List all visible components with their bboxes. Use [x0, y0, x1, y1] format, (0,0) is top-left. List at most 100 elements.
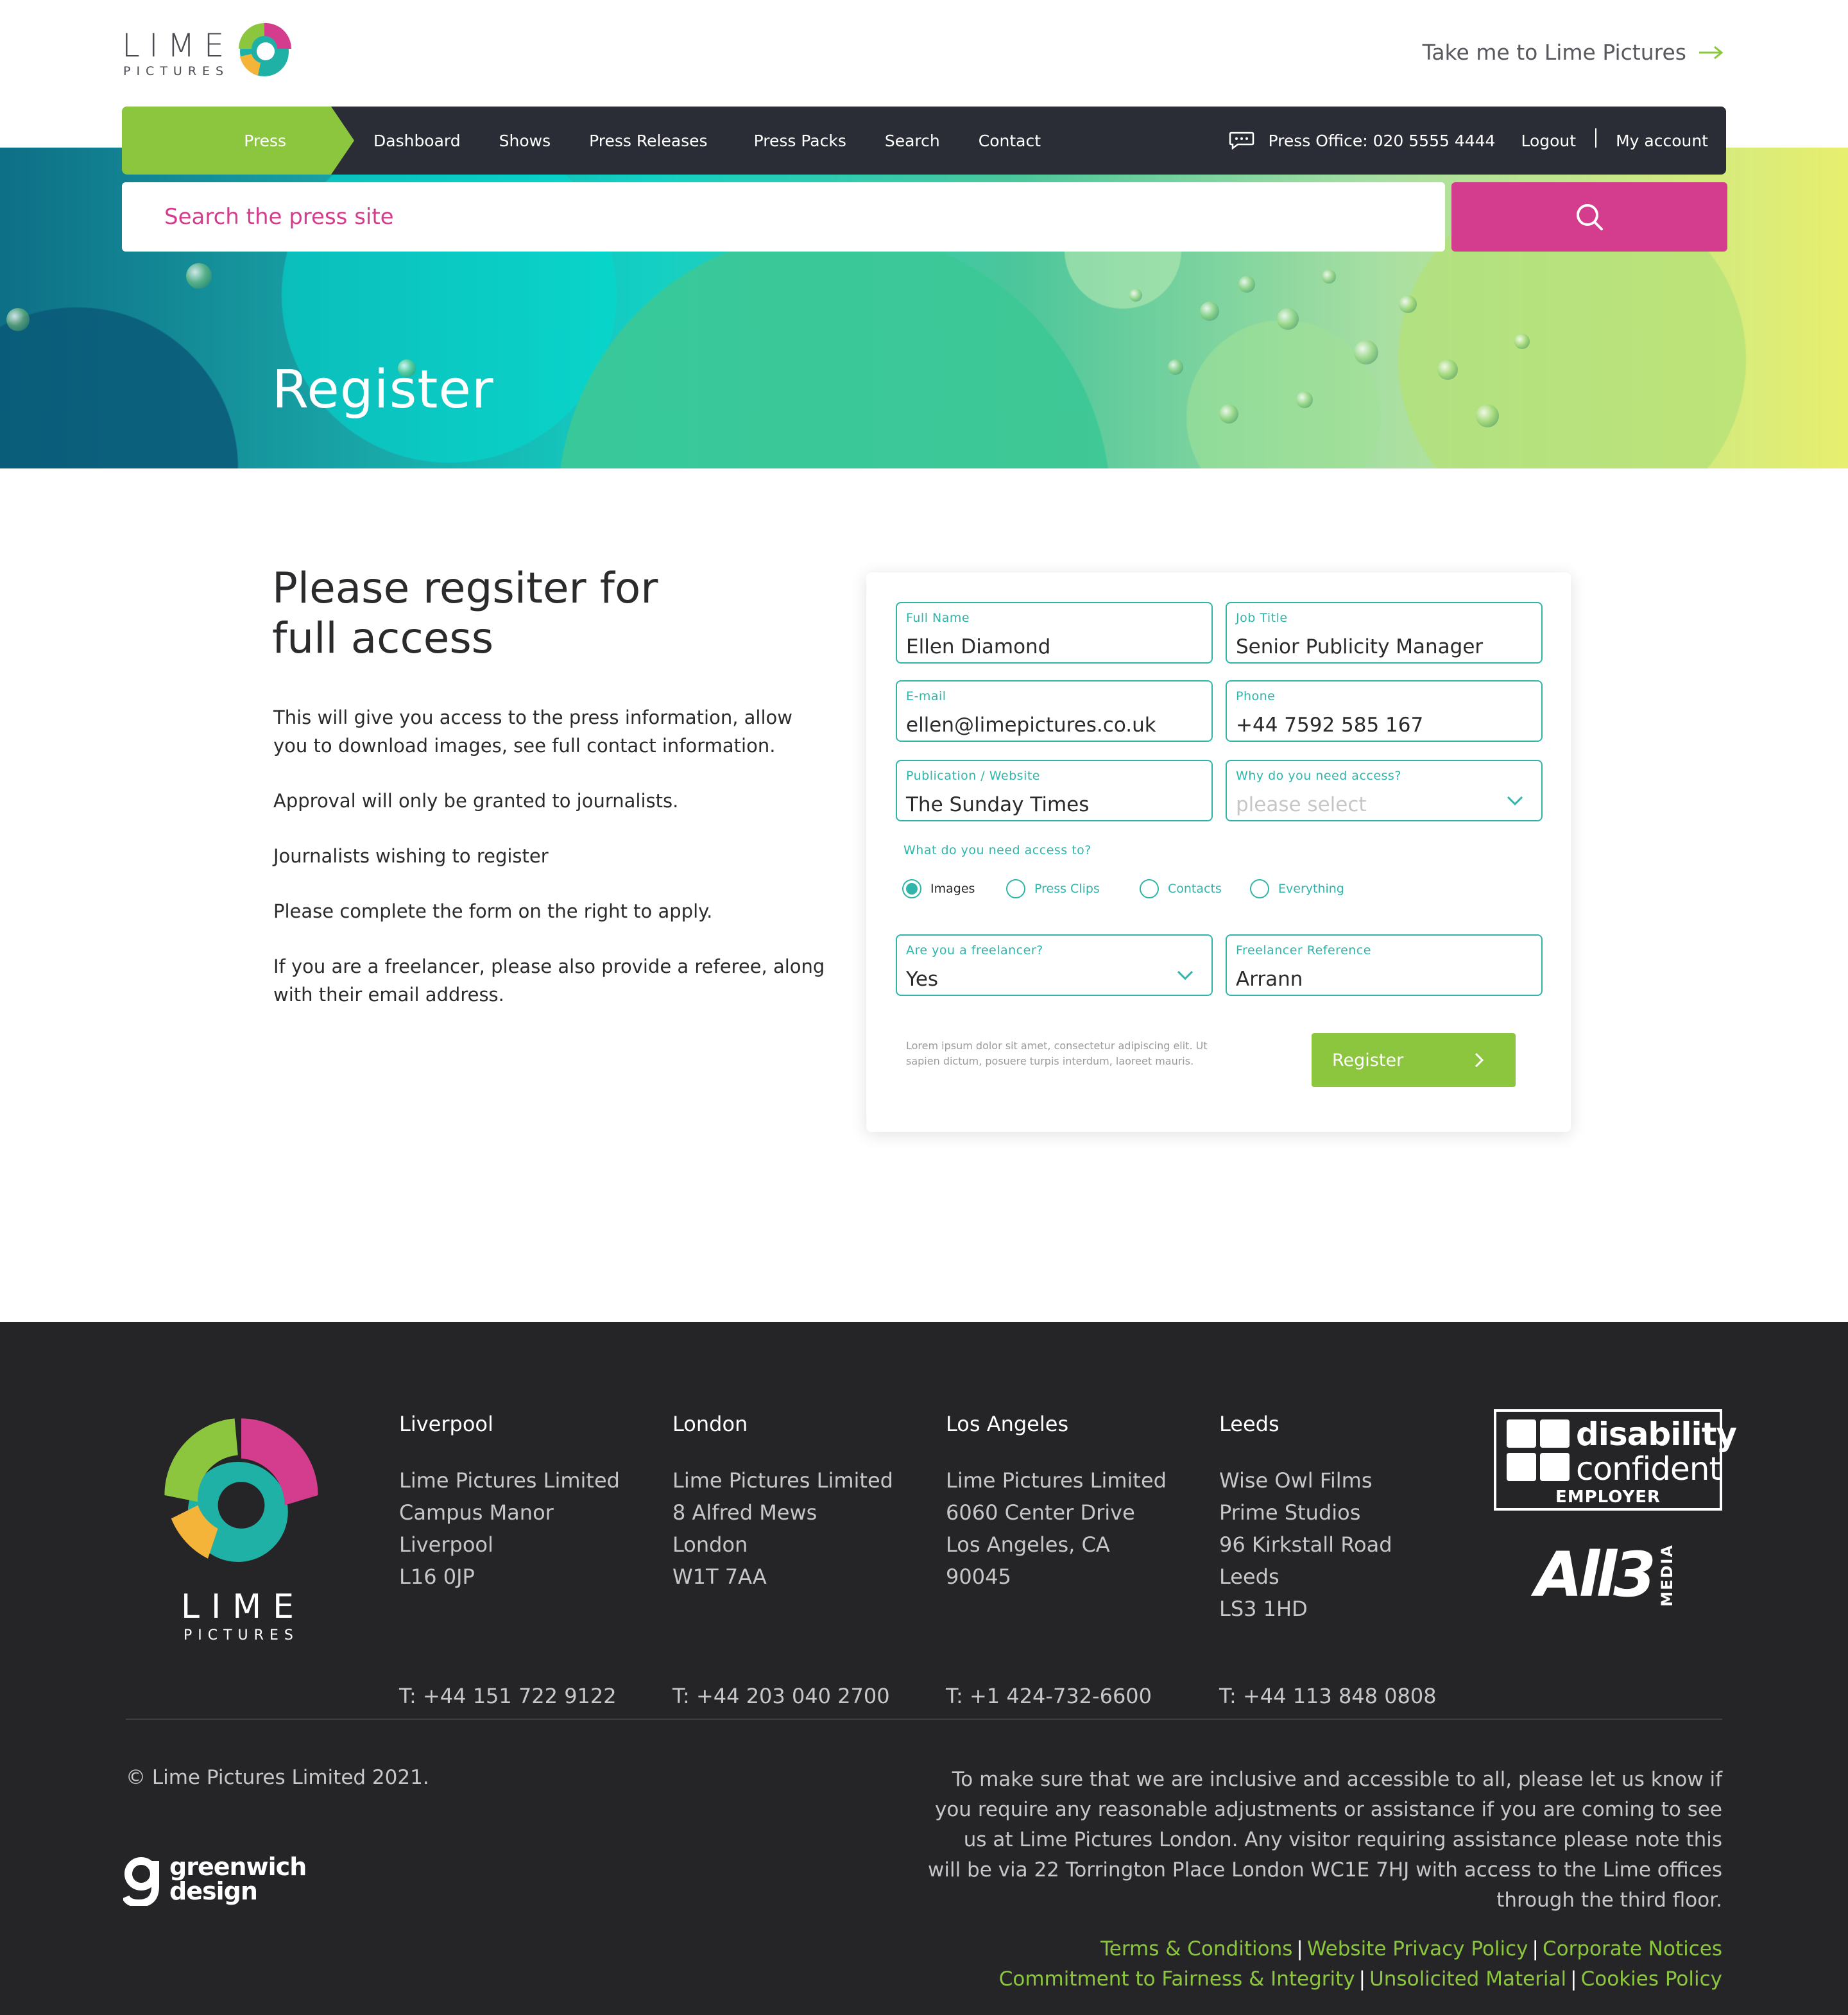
intro-paragraph: Journalists wishing to register [273, 845, 549, 867]
office-city: Los Angeles [946, 1412, 1069, 1436]
radio-checked-icon [902, 879, 921, 898]
radio-contacts[interactable]: Contacts [1140, 879, 1222, 898]
unsolicited-material-link[interactable]: Unsolicited Material [1369, 1968, 1566, 1991]
office-phone[interactable]: T: +44 151 722 9122 [399, 1684, 617, 1708]
address-line: Liverpool [399, 1532, 493, 1557]
lime-pictures-logo[interactable]: LIME PICTURES [122, 17, 302, 81]
copyright: © Lime Pictures Limited 2021. [126, 1766, 429, 1789]
take-me-to-lime-link[interactable]: Take me to Lime Pictures [1423, 40, 1724, 65]
nav-item-press-packs[interactable]: Press Packs [754, 132, 846, 150]
corporate-notices-link[interactable]: Corporate Notices [1543, 1937, 1722, 1960]
person-check-icon [1540, 1453, 1570, 1481]
full-name-field[interactable]: Full Name Ellen Diamond [896, 602, 1213, 664]
register-heading-line1: Please regsiter for [272, 563, 658, 613]
press-office-phone[interactable]: Press Office: 020 5555 4444 [1269, 132, 1496, 150]
radio-unchecked-icon [1140, 879, 1159, 898]
logout-link[interactable]: Logout [1521, 132, 1576, 150]
radio-images[interactable]: Images [902, 879, 975, 898]
office-address: Lime Pictures Limited 6060 Center Drive … [946, 1464, 1202, 1593]
address-line: 8 Alfred Mews [672, 1500, 817, 1525]
register-button-label: Register [1332, 1050, 1404, 1070]
lock-icon [1507, 1453, 1536, 1481]
link-separator: | [1570, 1968, 1577, 1991]
address-line: 96 Kirkstall Road [1219, 1532, 1392, 1557]
take-me-label: Take me to Lime Pictures [1422, 40, 1686, 65]
intro-text: This will give you access to the press i… [273, 703, 825, 1036]
freelancer-reference-field[interactable]: Freelancer Reference Arrann [1226, 934, 1543, 996]
greenwich-line2: design [169, 1877, 258, 1905]
radio-everything[interactable]: Everything [1250, 879, 1344, 898]
address-line: LS3 1HD [1219, 1597, 1308, 1621]
form-legal-text: Lorem ipsum dolor sit amet, consectetur … [906, 1040, 1208, 1067]
address-line: Los Angeles, CA [946, 1532, 1110, 1557]
nav-item-contact[interactable]: Contact [979, 132, 1041, 150]
radio-press-clips[interactable]: Press Clips [1006, 879, 1100, 898]
office-phone[interactable]: T: +44 113 848 0808 [1219, 1684, 1437, 1708]
publication-label: Publication / Website [906, 769, 1040, 783]
office-leeds: Leeds Wise Owl Films Prime Studios 96 Ki… [1219, 1412, 1476, 1708]
greenwich-line1: greenwich [169, 1853, 307, 1881]
all3media-logo[interactable]: All3 [1535, 1539, 1656, 1611]
nav-item-press-releases[interactable]: Press Releases [589, 132, 707, 150]
radio-label: Everything [1278, 882, 1344, 896]
cookies-link[interactable]: Cookies Policy [1581, 1968, 1722, 1991]
email-field[interactable]: E-mail ellen@limepictures.co.uk [896, 680, 1213, 742]
terms-link[interactable]: Terms & Conditions [1100, 1937, 1292, 1960]
nav-press-tab[interactable]: Press [122, 107, 354, 175]
footer: LIME PICTURES Liverpool Lime Pictures Li… [0, 1322, 1848, 2015]
logo-subtitle: PICTURES [123, 64, 230, 78]
radio-unchecked-icon [1006, 879, 1025, 898]
job-title-value: Senior Publicity Manager [1236, 635, 1484, 658]
office-los-angeles: Los Angeles Lime Pictures Limited 6060 C… [946, 1412, 1202, 1708]
nav-divider [1595, 128, 1597, 148]
nav-item-search[interactable]: Search [885, 132, 940, 150]
phone-field[interactable]: Phone +44 7592 585 167 [1226, 680, 1543, 742]
greenwich-design-logo[interactable]: greenwich design [122, 1853, 316, 1908]
address-line: Wise Owl Films [1219, 1468, 1373, 1493]
address-line: L16 0JP [399, 1565, 475, 1589]
freelancer-value: Yes [906, 968, 939, 991]
address-line: 90045 [946, 1565, 1011, 1589]
badge-line3: EMPLOYER [1555, 1488, 1661, 1507]
radio-label: Images [930, 882, 975, 896]
fairness-link[interactable]: Commitment to Fairness & Integrity [999, 1968, 1355, 1991]
footer-divider [126, 1719, 1722, 1720]
publication-field[interactable]: Publication / Website The Sunday Times [896, 760, 1213, 821]
footer-logo-wordmark: LIME [181, 1588, 306, 1626]
check-icon [1540, 1419, 1570, 1448]
freelancer-select[interactable]: Are you a freelancer? Yes [896, 934, 1213, 996]
greenwich-design-text: greenwich design [169, 1853, 307, 1905]
address-line: Prime Studios [1219, 1500, 1361, 1525]
my-account-link[interactable]: My account [1616, 132, 1708, 150]
access-question: What do you need access to? [903, 843, 1091, 857]
address-line: Campus Manor [399, 1500, 554, 1525]
page-title: Register [272, 359, 494, 420]
footer-logo[interactable]: LIME PICTURES [158, 1412, 325, 1643]
all3media-logo-sub: MEDIA [1658, 1544, 1676, 1607]
privacy-link[interactable]: Website Privacy Policy [1307, 1937, 1528, 1960]
logo-wordmark: LIME [122, 27, 234, 64]
link-separator: | [1532, 1937, 1539, 1960]
office-phone[interactable]: T: +1 424-732-6600 [946, 1684, 1152, 1708]
nav-right-group: Press Office: 020 5555 4444 Logout My ac… [1229, 107, 1708, 175]
office-city: London [672, 1412, 748, 1436]
search-input[interactable] [122, 182, 1445, 252]
register-button[interactable]: Register [1312, 1033, 1516, 1087]
chevron-right-icon [1475, 1052, 1484, 1068]
radio-label: Contacts [1168, 882, 1222, 896]
chevron-down-icon [1507, 796, 1523, 806]
search-button[interactable] [1451, 182, 1727, 252]
full-name-label: Full Name [906, 611, 970, 625]
job-title-field[interactable]: Job Title Senior Publicity Manager [1226, 602, 1543, 664]
office-phone[interactable]: T: +44 203 040 2700 [672, 1684, 890, 1708]
why-access-select[interactable]: Why do you need access? please select [1226, 760, 1543, 821]
nav-item-shows[interactable]: Shows [499, 132, 551, 150]
office-city: Liverpool [399, 1412, 493, 1436]
full-name-value: Ellen Diamond [906, 635, 1051, 658]
job-title-label: Job Title [1236, 611, 1288, 625]
office-liverpool: Liverpool Lime Pictures Limited Campus M… [399, 1412, 656, 1708]
nav-item-dashboard[interactable]: Dashboard [373, 132, 461, 150]
register-heading: Please regsiter for full access [272, 563, 658, 664]
intro-paragraph: Please complete the form on the right to… [273, 900, 713, 922]
badge-line2: confident [1576, 1450, 1722, 1488]
